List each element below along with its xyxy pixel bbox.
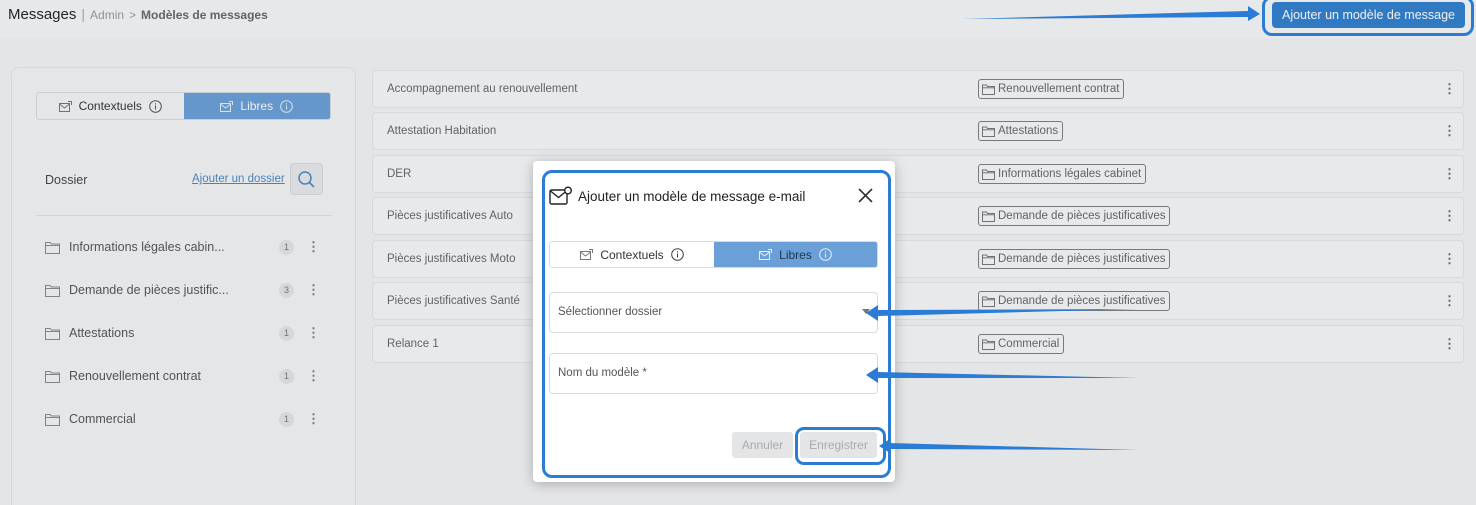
annotation-arrows bbox=[866, 6, 1260, 453]
arrow-to-save-button bbox=[879, 439, 1138, 453]
arrow-to-folder-select bbox=[866, 305, 1138, 321]
arrow-to-name-field bbox=[866, 367, 1138, 383]
arrow-to-add-button bbox=[962, 6, 1260, 21]
